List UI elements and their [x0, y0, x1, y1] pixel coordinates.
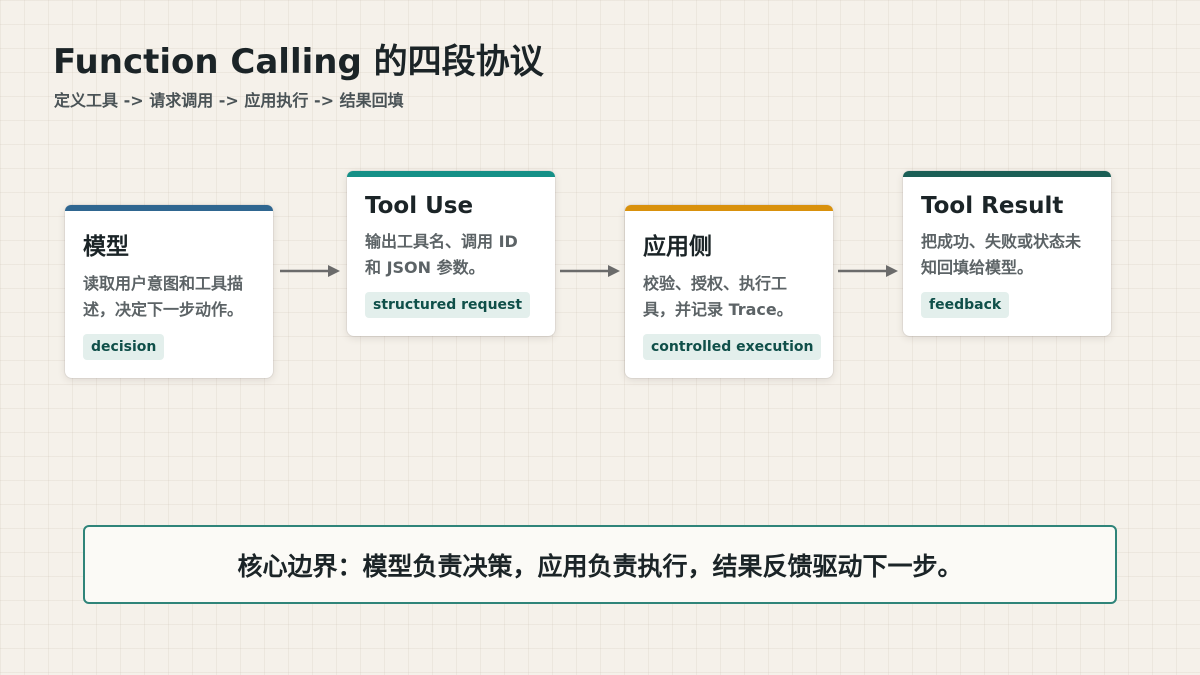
summary-banner: 核心边界：模型负责决策，应用负责执行，结果反馈驱动下一步。: [83, 525, 1117, 604]
step-tag: controlled execution: [643, 334, 822, 360]
card-accent-bar: [65, 205, 273, 211]
step-card-model: 模型 读取用户意图和工具描述，决定下一步动作。 decision: [65, 205, 273, 378]
arrow-right-icon: [280, 265, 340, 277]
card-accent-bar: [347, 171, 555, 177]
step-description: 输出工具名、调用 ID 和 JSON 参数。: [365, 232, 518, 277]
step-tag: decision: [83, 334, 165, 360]
step-tag: feedback: [921, 292, 1010, 318]
step-description: 读取用户意图和工具描述，决定下一步动作。: [83, 274, 244, 319]
page-subtitle: 定义工具 -> 请求调用 -> 应用执行 -> 结果回填: [54, 91, 404, 110]
step-title: 模型: [83, 234, 129, 260]
card-accent-bar: [903, 171, 1111, 177]
step-tag: structured request: [365, 292, 531, 318]
arrow-right-icon: [560, 265, 620, 277]
page-title: Function Calling 的四段协议: [53, 42, 544, 82]
step-card-tool-result: Tool Result 把成功、失败或状态未知回填给模型。 feedback: [903, 171, 1111, 336]
step-title: Tool Result: [921, 193, 1064, 219]
arrow-right-icon: [838, 265, 898, 277]
step-title: 应用侧: [643, 234, 712, 260]
step-title: Tool Use: [365, 193, 474, 219]
card-accent-bar: [625, 205, 833, 211]
step-description: 校验、授权、执行工具，并记录 Trace。: [643, 274, 793, 319]
summary-text: 核心边界：模型负责决策，应用负责执行，结果反馈驱动下一步。: [237, 551, 963, 581]
step-card-tool-use: Tool Use 输出工具名、调用 ID 和 JSON 参数。 structur…: [347, 171, 555, 336]
step-description: 把成功、失败或状态未知回填给模型。: [921, 232, 1082, 277]
step-card-app-side: 应用侧 校验、授权、执行工具，并记录 Trace。 controlled exe…: [625, 205, 833, 378]
